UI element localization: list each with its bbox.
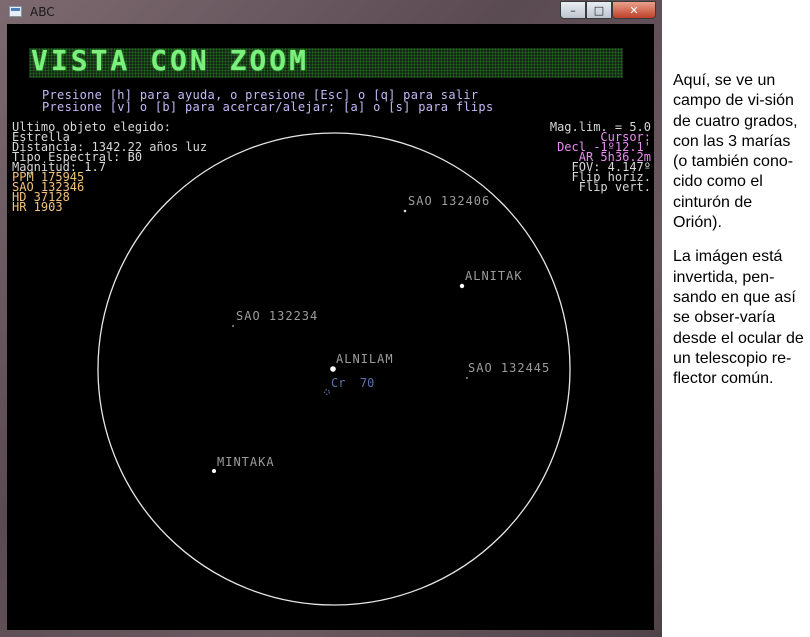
- star-label: ALNILAM: [336, 352, 394, 366]
- cluster-label: Cr 70: [331, 376, 375, 390]
- star-mintaka: [212, 469, 216, 473]
- cluster-cr70-marker: [324, 389, 330, 395]
- star-sao-132445: [466, 377, 468, 379]
- star-label: SAO 132234: [236, 309, 319, 323]
- title-bar[interactable]: ABC – □ ✕: [0, 0, 662, 24]
- star-sao-132234: [232, 325, 234, 327]
- info-catalog: HR 1903: [12, 200, 63, 214]
- star-alnilam: [330, 366, 336, 372]
- selected-object-info: Ultimo objeto elegido: Estrella Distancia:…: [12, 121, 207, 214]
- flip-vertical: Flip vert.: [578, 180, 651, 194]
- app-window: ABC – □ ✕ VISTA CON ZOOM Presione [h] pa…: [0, 0, 662, 637]
- star-chart-view[interactable]: VISTA CON ZOOM Presione [h] para ayuda, …: [7, 24, 654, 630]
- field-of-view[interactable]: [7, 24, 654, 630]
- app-icon: [9, 6, 22, 17]
- description-paragraph-2: La imágen está invertida, pen-sando en q…: [673, 248, 804, 388]
- minimize-button[interactable]: –: [560, 1, 586, 19]
- star-label: SAO 132445: [468, 361, 551, 375]
- status-panel: Mag.lim. = 5.0 Cursor: Decl -1º12.1' AR 5h3…: [475, 121, 651, 194]
- description-text: Aquí, se ve un campo de vi-sión de cuatr…: [673, 71, 805, 403]
- star-label: SAO 132406: [408, 194, 491, 208]
- star-label: ALNITAK: [465, 269, 523, 283]
- star-sao-132406: [403, 209, 407, 213]
- star-label: MINTAKA: [217, 455, 275, 469]
- description-paragraph-1: Aquí, se ve un campo de vi-sión de cuatr…: [673, 72, 798, 232]
- maximize-button[interactable]: □: [586, 1, 612, 19]
- window-title: ABC: [30, 5, 55, 19]
- star-alnitak: [459, 283, 465, 289]
- close-button[interactable]: ✕: [612, 1, 656, 19]
